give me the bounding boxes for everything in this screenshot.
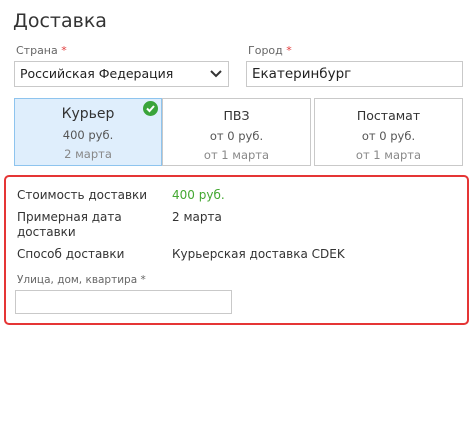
delivery-option-courier[interactable]: Курьер 400 руб. 2 марта [14,98,162,166]
option-price: от 0 руб. [209,129,264,143]
option-date: 2 марта [64,147,112,161]
check-circle-icon [143,101,158,116]
option-date: от 1 марта [203,148,270,162]
method-label: Способ доставки [17,247,125,261]
city-label: Город * [248,44,292,57]
street-input[interactable] [15,290,232,314]
required-mark: * [286,44,292,57]
date-label: Примерная дата доставки [17,210,122,239]
method-value: Курьерская доставка CDEK [172,247,345,261]
chevron-down-icon [210,70,222,78]
option-name: Постамат [356,108,421,123]
street-label: Улица, дом, квартира * [17,274,146,286]
option-name: Курьер [61,106,115,122]
date-value: 2 марта [172,210,222,224]
city-label-text: Город [248,44,283,57]
street-label-text: Улица, дом, квартира [17,274,138,286]
option-price: 400 руб. [62,128,114,142]
required-mark: * [140,274,146,286]
delivery-option-pickup-point[interactable]: ПВЗ от 0 руб. от 1 марта [162,98,311,166]
option-name: ПВЗ [223,108,250,123]
cost-label: Стоимость доставки [17,188,148,202]
country-label-text: Страна [16,44,58,57]
page-title: Доставка [13,10,107,32]
option-price: от 0 руб. [361,129,416,143]
cost-value: 400 руб. [172,188,225,202]
option-date: от 1 марта [355,148,422,162]
country-select-value: Российская Федерация [20,66,174,81]
country-select[interactable]: Российская Федерация [14,61,229,87]
delivery-summary-panel: Стоимость доставки 400 руб. Примерная да… [4,175,469,325]
delivery-option-parcel-locker[interactable]: Постамат от 0 руб. от 1 марта [314,98,463,166]
country-label: Страна * [16,44,67,57]
city-input-value: Екатеринбург [252,66,352,82]
city-input[interactable]: Екатеринбург [246,61,463,87]
required-mark: * [61,44,67,57]
